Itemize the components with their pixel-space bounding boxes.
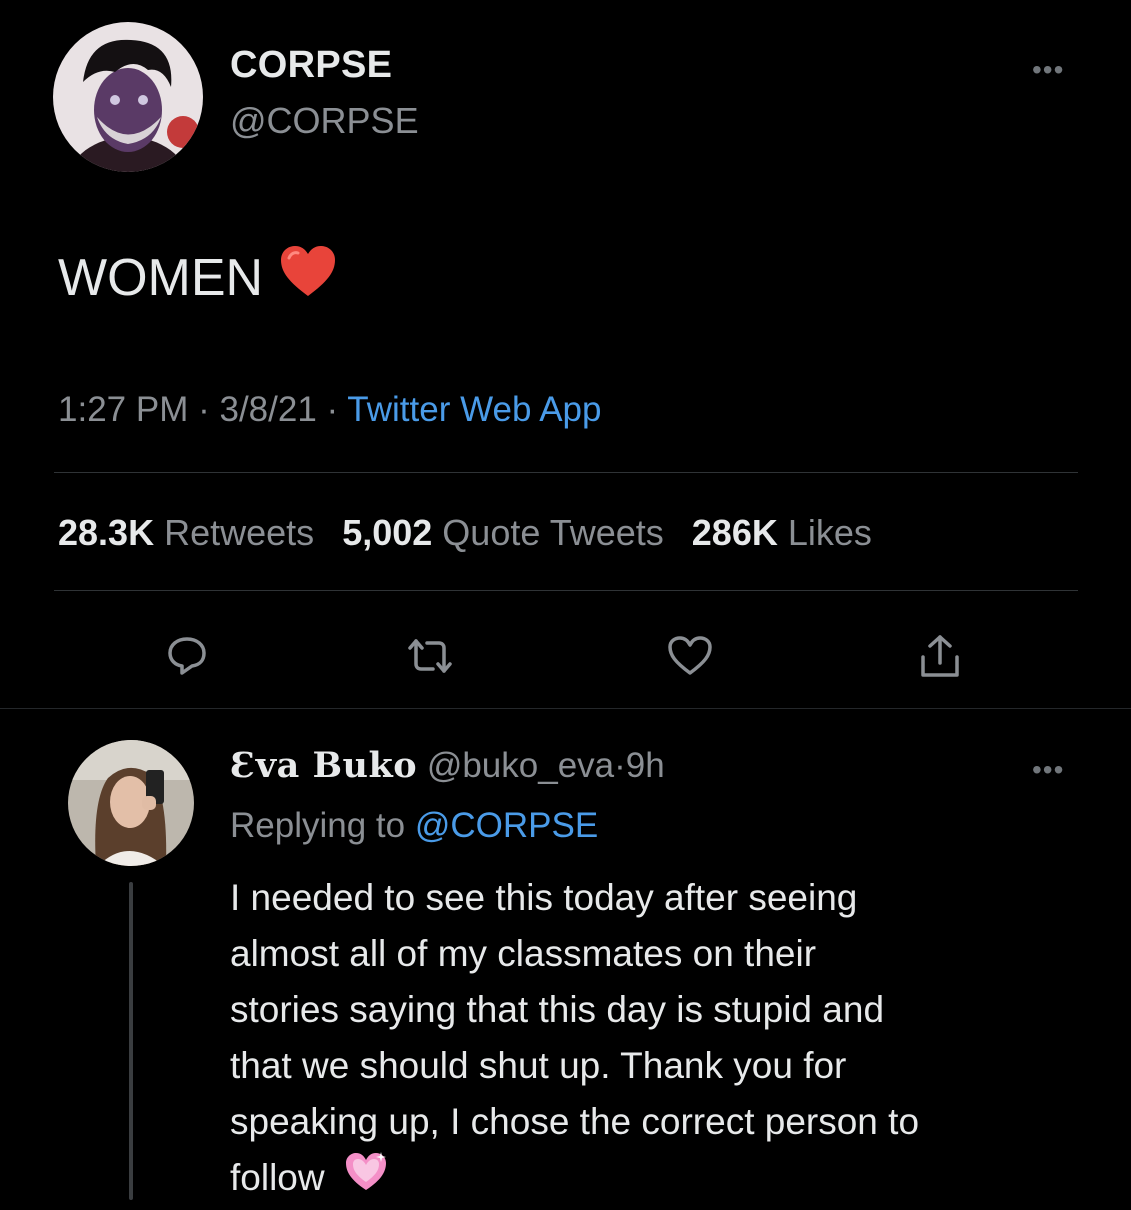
- reply-line: that we should shut up. Thank you for: [230, 1045, 847, 1086]
- red-heart-icon: [279, 244, 337, 311]
- tweet-handle[interactable]: @CORPSE: [230, 100, 419, 142]
- replying-prefix: Replying to: [230, 806, 406, 845]
- reply-line: stories saying that this day is stupid a…: [230, 989, 885, 1030]
- likes-label: Likes: [787, 512, 872, 553]
- reply-avatar[interactable]: [68, 740, 194, 866]
- divider: [54, 472, 1078, 473]
- reply-line: almost all of my classmates on their: [230, 933, 817, 974]
- reply-handle[interactable]: @buko_eva: [427, 746, 614, 785]
- likes-count: 286K: [691, 512, 778, 553]
- reply-text: I needed to see this today after seeing …: [230, 870, 1080, 1210]
- tweet-meta: 1:27 PM · 3/8/21 · Twitter Web App: [58, 390, 601, 430]
- replying-to: Replying to @CORPSE: [230, 806, 598, 846]
- retweets-count: 28.3K: [58, 512, 155, 553]
- reply-line: speaking up, I chose the correct person …: [230, 1101, 920, 1142]
- thread-line: [129, 882, 133, 1200]
- tweet-text-content: WOMEN: [58, 248, 264, 307]
- quote-tweets-stat[interactable]: 5,002 Quote Tweets: [342, 512, 674, 553]
- tweet-stats: 28.3K Retweets 5,002 Quote Tweets 286K L…: [58, 512, 890, 554]
- reply-more-icon[interactable]: •••: [1032, 756, 1064, 784]
- reply-separator: ·: [614, 746, 626, 785]
- retweets-stat[interactable]: 28.3K Retweets: [58, 512, 324, 553]
- reply-line: follow: [230, 1157, 325, 1198]
- tweet-source-link[interactable]: Twitter Web App: [347, 390, 601, 429]
- meta-separator: ·: [198, 390, 210, 429]
- likes-stat[interactable]: 286K Likes: [692, 512, 872, 553]
- tweet-time: 1:27 PM: [58, 390, 189, 429]
- retweets-label: Retweets: [164, 512, 315, 553]
- reply-display-name[interactable]: Ɛva Buko: [230, 745, 417, 786]
- like-icon[interactable]: [660, 626, 720, 686]
- replying-mention[interactable]: @CORPSE: [415, 806, 598, 845]
- quote-tweets-label: Quote Tweets: [442, 512, 664, 553]
- divider: [0, 708, 1131, 709]
- tweet-more-icon[interactable]: •••: [1032, 56, 1064, 84]
- tweet-display-name[interactable]: CORPSE: [230, 44, 392, 87]
- reply-line: I needed to see this today after seeing: [230, 877, 858, 918]
- reply-line-last: follow: [230, 1150, 1080, 1210]
- tweet-text: WOMEN: [58, 244, 337, 311]
- reply-header: Ɛva Buko @buko_eva·9h: [230, 745, 665, 786]
- meta-separator: ·: [326, 390, 339, 429]
- sparkling-heart-icon: [343, 1150, 389, 1210]
- reply-age: 9h: [625, 746, 665, 785]
- retweet-icon[interactable]: [400, 626, 460, 686]
- reply-icon[interactable]: [157, 626, 217, 686]
- tweet-date: 3/8/21: [219, 390, 317, 429]
- corpse-avatar[interactable]: [53, 22, 203, 172]
- divider: [54, 590, 1078, 591]
- share-icon[interactable]: [910, 626, 970, 686]
- quote-tweets-count: 5,002: [342, 512, 433, 553]
